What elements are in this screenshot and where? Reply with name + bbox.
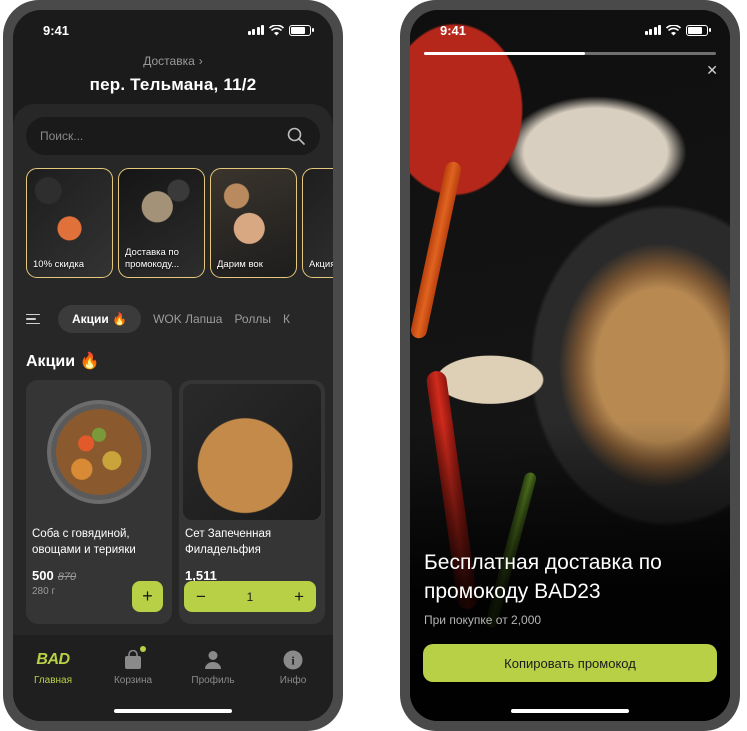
promo-title: Бесплатная доставка по промокоду BAD23 — [424, 551, 662, 603]
story-progress-fill — [424, 52, 585, 55]
close-icon[interactable]: ✕ — [706, 62, 718, 79]
nav-label: Профиль — [191, 675, 235, 686]
promo-subtitle: При покупке от 2,000 — [424, 613, 542, 627]
tab-promotions[interactable]: Акции 🔥 — [58, 305, 142, 333]
wifi-icon — [269, 24, 284, 35]
product-image — [183, 384, 321, 520]
search-input[interactable]: Поиск... — [26, 117, 320, 155]
story-progress-bar — [424, 52, 716, 55]
story-label: 10% скидка — [33, 259, 85, 270]
nav-info[interactable]: i Инфо — [263, 649, 323, 721]
product-old-price: 870 — [57, 571, 77, 583]
story-label: Дарим вок — [217, 259, 263, 270]
tab-wok-noodles[interactable]: WOK Лапша — [153, 312, 222, 326]
tab-rolls[interactable]: Роллы — [234, 312, 271, 326]
status-time: 9:41 — [440, 22, 467, 38]
info-icon: i — [283, 650, 303, 670]
signal-icon — [247, 25, 264, 35]
logo-icon: BAD — [36, 651, 70, 668]
product-image — [30, 384, 168, 520]
cart-icon — [125, 650, 141, 669]
category-tabs: Акции 🔥 WOK Лапша Роллы К — [26, 305, 333, 333]
product-price: 500 — [32, 568, 54, 583]
address-selector[interactable]: Доставка › пер. Тельмана, 11/2 — [13, 54, 333, 95]
nav-label: Главная — [33, 675, 73, 686]
profile-icon — [205, 651, 221, 669]
story-card[interactable]: Дарим вок — [210, 168, 297, 278]
battery-icon — [289, 24, 314, 36]
battery-icon — [686, 24, 711, 36]
status-time: 9:41 — [43, 22, 70, 38]
main-panel: Поиск... 10% скидка Доставка по промокод… — [13, 104, 333, 721]
promo-phone: 9:41 ✕ Бесплатная доставка по промокоду … — [400, 0, 740, 731]
home-indicator — [511, 709, 629, 713]
product-name: Соба с говядиной, овощами и терияки — [32, 528, 136, 556]
section-title: Акции 🔥 — [26, 353, 100, 370]
story-label: Акция! — [309, 259, 333, 270]
product-card[interactable]: Соба с говядиной, овощами и терияки 500 8… — [26, 380, 172, 624]
stories-row: 10% скидка Доставка по промокоду... Дари… — [26, 168, 333, 280]
signal-icon — [644, 25, 661, 35]
product-weight: 280 г — [32, 586, 56, 597]
delivery-address: пер. Тельмана, 11/2 — [89, 75, 257, 94]
wifi-icon — [666, 24, 681, 35]
story-label: Доставка по промокоду... — [125, 247, 180, 270]
story-card[interactable]: Акция! — [302, 168, 333, 278]
quantity-stepper: − 1 + — [184, 581, 316, 612]
promo-screen[interactable]: 9:41 ✕ Бесплатная доставка по промокоду … — [410, 10, 730, 721]
bottom-nav: BAD Главная Корзина Профиль i Инфо — [13, 635, 333, 721]
menu-icon[interactable] — [26, 313, 40, 325]
increment-button[interactable]: + — [294, 587, 304, 607]
menu-phone: 9:41 Доставка › пер. Тельмана, 11/2 Поиск… — [3, 0, 343, 731]
status-bar: 9:41 — [410, 10, 730, 50]
nav-label: Инфо — [279, 675, 307, 686]
story-card[interactable]: 10% скидка — [26, 168, 113, 278]
story-card[interactable]: Доставка по промокоду... — [118, 168, 205, 278]
search-placeholder: Поиск... — [40, 129, 84, 143]
cart-badge — [140, 646, 146, 652]
status-bar: 9:41 — [13, 10, 333, 50]
copy-promo-button[interactable]: Копировать промокод — [423, 644, 717, 682]
nav-label: Корзина — [113, 675, 153, 686]
product-name: Сет Запеченная Филадельфия — [185, 528, 272, 556]
delivery-label: Доставка — [143, 54, 195, 68]
add-to-cart-button[interactable]: + — [132, 581, 163, 612]
product-card[interactable]: Сет Запеченная Филадельфия 1,511 − 1 + — [179, 380, 325, 624]
chevron-right-icon: › — [198, 54, 203, 68]
home-indicator — [114, 709, 232, 713]
search-icon — [287, 127, 305, 145]
quantity-value: 1 — [246, 589, 254, 604]
nav-home[interactable]: BAD Главная — [23, 649, 83, 721]
tab-more[interactable]: К — [283, 312, 290, 326]
menu-screen: 9:41 Доставка › пер. Тельмана, 11/2 Поиск… — [13, 10, 333, 721]
decrement-button[interactable]: − — [196, 587, 206, 607]
